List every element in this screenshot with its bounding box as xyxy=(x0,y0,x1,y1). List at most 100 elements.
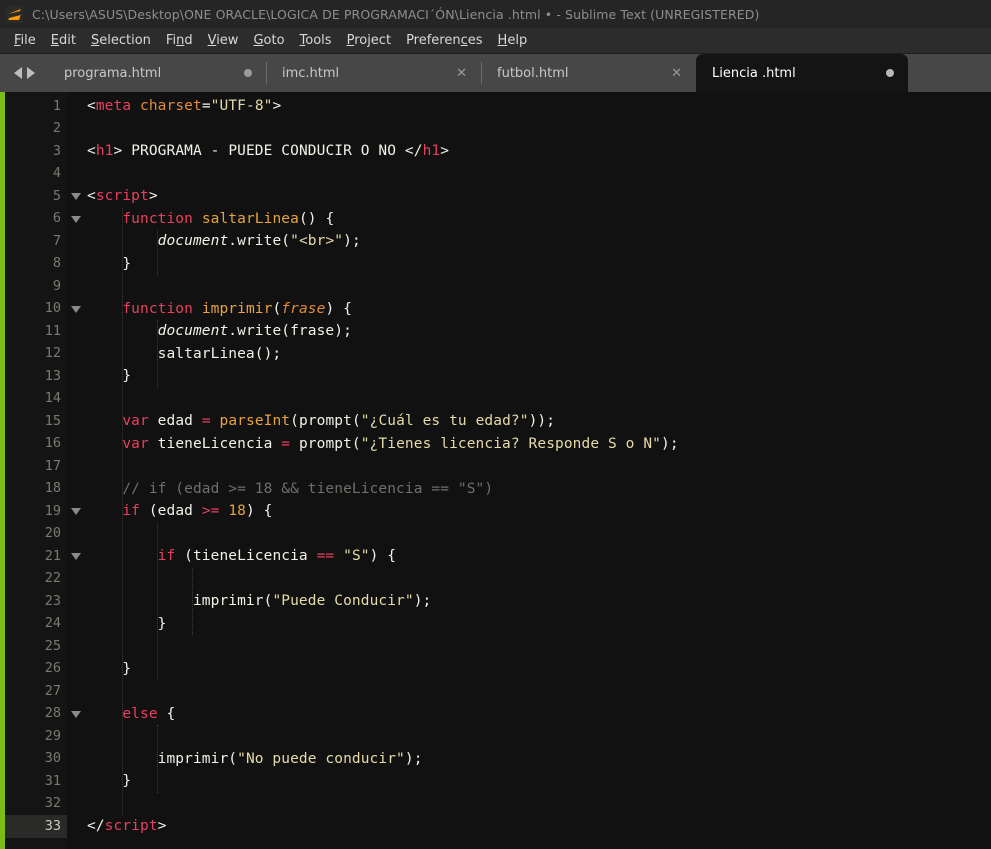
code-line-21[interactable]: if (tieneLicencia == "S") { xyxy=(87,545,991,568)
gutter-line-4[interactable]: 4 xyxy=(5,163,67,186)
code-line-25[interactable] xyxy=(87,635,991,658)
code-token: script xyxy=(104,818,158,834)
line-number: 20 xyxy=(44,525,61,541)
gutter-line-5[interactable]: 5 xyxy=(5,185,81,208)
tab-imc-html[interactable]: imc.html ✕ xyxy=(266,54,481,92)
gutter-line-28[interactable]: 28 xyxy=(5,703,81,726)
gutter-line-22[interactable]: 22 xyxy=(5,568,67,591)
code-line-30[interactable]: imprimir("No puede conducir"); xyxy=(87,748,991,771)
code-line-27[interactable] xyxy=(87,680,991,703)
menu-item-view[interactable]: View xyxy=(201,31,247,50)
menu-item-edit[interactable]: Edit xyxy=(44,31,84,50)
gutter-line-18[interactable]: 18 xyxy=(5,478,67,501)
code-token: document xyxy=(157,233,229,249)
line-number: 29 xyxy=(44,727,61,744)
code-token: imprimir( xyxy=(87,593,273,609)
code-line-12[interactable]: saltarLinea(); xyxy=(87,343,991,366)
menu-item-selection[interactable]: Selection xyxy=(84,31,159,50)
tab-dirty-indicator-icon[interactable] xyxy=(864,69,894,77)
gutter-line-10[interactable]: 10 xyxy=(5,298,81,321)
tab-dirty-indicator-icon[interactable] xyxy=(222,69,252,77)
code-line-19[interactable]: if (edad >= 18) { xyxy=(87,500,991,523)
gutter-line-6[interactable]: 6 xyxy=(5,208,81,231)
gutter-line-13[interactable]: 13 xyxy=(5,365,67,388)
gutter-line-21[interactable]: 21 xyxy=(5,545,81,568)
code-line-18[interactable]: // if (edad >= 18 && tieneLicencia == "S… xyxy=(87,478,991,501)
code-line-17[interactable] xyxy=(87,455,991,478)
tab-prev-arrow-icon[interactable] xyxy=(13,67,22,79)
gutter-line-25[interactable]: 25 xyxy=(5,635,67,658)
menu-item-help[interactable]: Help xyxy=(491,31,536,50)
gutter-line-15[interactable]: 15 xyxy=(5,410,67,433)
gutter-line-7[interactable]: 7 xyxy=(5,230,67,253)
code-line-29[interactable] xyxy=(87,725,991,748)
gutter-line-12[interactable]: 12 xyxy=(5,343,67,366)
code-line-11[interactable]: document.write(frase); xyxy=(87,320,991,343)
gutter-line-3[interactable]: 3 xyxy=(5,140,67,163)
menu-item-find[interactable]: Find xyxy=(159,31,201,50)
editor-area[interactable]: 1 2 3 4 5 6 7 8 9 10 11 12 13 14 15 16 17 18 19 20 21 22 23 24 2… xyxy=(0,92,991,849)
gutter-line-27[interactable]: 27 xyxy=(5,680,67,703)
code-line-31[interactable]: } xyxy=(87,770,991,793)
code-line-26[interactable]: } xyxy=(87,658,991,681)
gutter-line-32[interactable]: 32 xyxy=(5,793,67,816)
gutter-line-33[interactable]: 33 xyxy=(5,815,67,838)
gutter-line-11[interactable]: 11 xyxy=(5,320,67,343)
tab-navigation-arrows[interactable] xyxy=(0,54,48,92)
tab-futbol-html[interactable]: futbol.html ✕ xyxy=(481,54,696,92)
gutter-line-26[interactable]: 26 xyxy=(5,658,67,681)
gutter-line-29[interactable]: 29 xyxy=(5,725,67,748)
code-line-9[interactable] xyxy=(87,275,991,298)
code-content[interactable]: <meta charset="UTF-8"> <h1> PROGRAMA - P… xyxy=(67,92,991,849)
tab-next-arrow-icon[interactable] xyxy=(26,67,35,79)
gutter-line-1[interactable]: 1 xyxy=(5,95,67,118)
code-line-3[interactable]: <h1> PROGRAMA - PUEDE CONDUCIR O NO </h1… xyxy=(87,140,991,163)
line-number-gutter[interactable]: 1 2 3 4 5 6 7 8 9 10 11 12 13 14 15 16 17 18 19 20 21 22 23 24 2… xyxy=(5,92,81,849)
gutter-line-8[interactable]: 8 xyxy=(5,253,67,276)
tab-programa-html[interactable]: programa.html xyxy=(48,54,266,92)
gutter-line-31[interactable]: 31 xyxy=(5,770,67,793)
code-token: function xyxy=(122,300,193,317)
code-line-13[interactable]: } xyxy=(87,365,991,388)
tab-close-icon[interactable]: ✕ xyxy=(434,67,467,80)
gutter-line-14[interactable]: 14 xyxy=(5,388,67,411)
tab-liencia-html[interactable]: Liencia .html xyxy=(696,54,908,92)
code-line-1[interactable]: <meta charset="UTF-8"> xyxy=(87,95,991,118)
code-token: } xyxy=(87,255,132,272)
gutter-line-30[interactable]: 30 xyxy=(5,748,67,771)
code-line-33[interactable]: </script> xyxy=(87,815,991,838)
code-line-22[interactable] xyxy=(87,568,991,591)
gutter-line-24[interactable]: 24 xyxy=(5,613,67,636)
code-line-32[interactable] xyxy=(87,793,991,816)
code-line-24[interactable]: } xyxy=(87,613,991,636)
gutter-line-2[interactable]: 2 xyxy=(5,118,67,141)
tab-close-icon[interactable]: ✕ xyxy=(649,67,682,80)
menu-item-file[interactable]: File xyxy=(7,31,44,50)
code-line-2[interactable] xyxy=(87,118,991,141)
code-line-23[interactable]: imprimir("Puede Conducir"); xyxy=(87,590,991,613)
gutter-line-9[interactable]: 9 xyxy=(5,275,67,298)
code-line-28[interactable]: else { xyxy=(87,703,991,726)
code-line-7[interactable]: document.write("<br>"); xyxy=(87,230,991,253)
gutter-line-16[interactable]: 16 xyxy=(5,433,67,456)
gutter-line-23[interactable]: 23 xyxy=(5,590,67,613)
menu-item-preferences[interactable]: Preferences xyxy=(399,31,490,50)
line-number: 18 xyxy=(44,480,61,496)
code-line-16[interactable]: var tieneLicencia = prompt("¿Tienes lice… xyxy=(87,433,991,456)
code-line-6[interactable]: function saltarLinea() { xyxy=(87,208,991,231)
code-line-8[interactable]: } xyxy=(87,253,991,276)
menu-item-project[interactable]: Project xyxy=(340,31,400,50)
gutter-line-19[interactable]: 19 xyxy=(5,500,81,523)
code-line-5[interactable]: <script> xyxy=(87,185,991,208)
gutter-line-20[interactable]: 20 xyxy=(5,523,67,546)
code-line-20[interactable] xyxy=(87,523,991,546)
code-line-14[interactable] xyxy=(87,388,991,411)
code-line-15[interactable]: var edad = parseInt(prompt("¿Cuál es tu … xyxy=(87,410,991,433)
code-line-10[interactable]: function imprimir(frase) { xyxy=(87,298,991,321)
gutter-line-17[interactable]: 17 xyxy=(5,455,67,478)
menu-item-tools[interactable]: Tools xyxy=(293,31,340,50)
menu-item-goto[interactable]: Goto xyxy=(246,31,292,50)
code-line-4[interactable] xyxy=(87,163,991,186)
